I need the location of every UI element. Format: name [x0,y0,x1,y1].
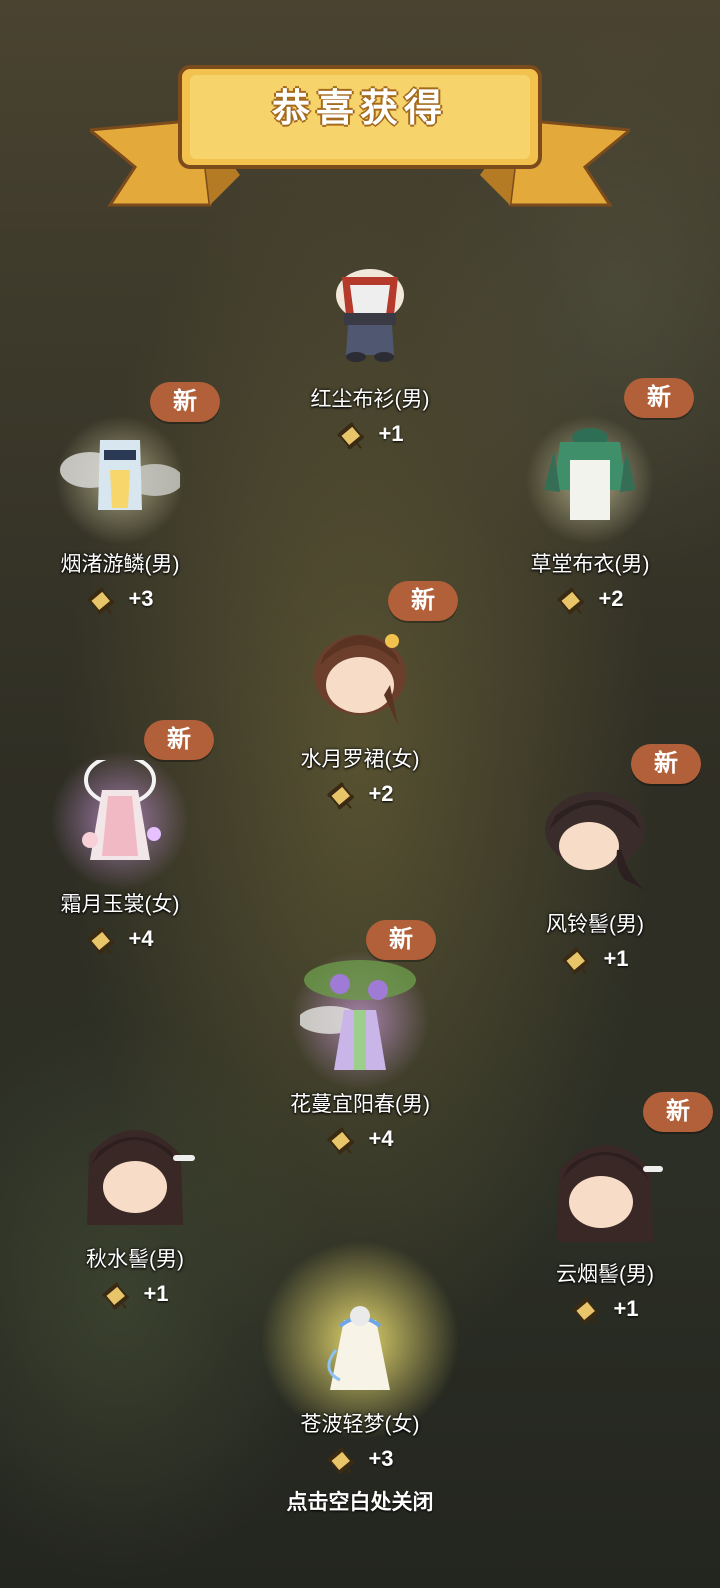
item-count: +1 [378,421,404,446]
scroll-icon [556,582,590,616]
reward-item[interactable]: 新 花蔓宜阳春(男) +4 [260,920,460,1200]
item-reward: +1 [505,1292,705,1328]
scroll-icon [101,1277,135,1311]
reward-item[interactable]: 新 风铃髻(男) +1 [495,744,701,1020]
outfit-icon [260,1240,460,1440]
new-badge: 新 [388,581,458,621]
reward-item[interactable]: 新 烟渚游鳞(男) +3 [20,382,220,660]
item-name: 苍波轻梦(女) [300,1413,420,1436]
item-reward: +4 [260,1122,460,1158]
item-name: 草堂布衣(男) [530,553,650,576]
reward-item[interactable]: 秋水髻(男) +1 [35,1115,235,1355]
reward-item[interactable]: 苍波轻梦(女) +3 [260,1240,460,1520]
item-reward: +4 [20,922,220,958]
item-reward: +2 [490,582,690,618]
outfit-icon [50,750,190,890]
outfit-icon [50,410,190,550]
close-hint[interactable]: 点击空白处关闭 [0,1486,720,1516]
banner-title: 恭喜获得 [271,88,448,130]
new-badge: 新 [631,744,701,784]
hair-icon [535,780,655,900]
item-name: 花蔓宜阳春(男) [290,1093,430,1116]
new-badge: 新 [144,720,214,760]
item-reward: +3 [20,582,220,618]
item-count: +3 [368,1446,394,1471]
outfit-icon [310,255,430,375]
scroll-icon [326,1442,360,1476]
hair-icon [545,1130,665,1250]
scroll-icon [336,417,370,451]
new-badge: 新 [643,1092,713,1132]
item-reward: +2 [260,777,460,813]
scroll-icon [326,777,360,811]
reward-item[interactable]: 新 云烟髻(男) +1 [505,1092,713,1370]
item-reward: +1 [270,417,470,453]
scroll-icon [571,1292,605,1326]
item-name: 风铃髻(男) [546,913,644,936]
new-badge: 新 [366,920,436,960]
reward-item[interactable]: 新 霜月玉裳(女) +4 [20,720,220,1000]
scroll-icon [86,582,120,616]
item-count: +3 [128,586,154,611]
hair-icon [300,615,420,735]
item-count: +1 [613,1296,639,1321]
item-name: 红尘布衫(男) [310,388,430,411]
outfit-icon [520,410,660,550]
item-name: 秋水髻(男) [86,1248,184,1271]
item-name: 云烟髻(男) [556,1263,654,1286]
item-name: 烟渚游鳞(男) [60,553,180,576]
scroll-icon [561,942,595,976]
reward-item[interactable]: 新 水月罗裙(女) +2 [260,581,460,855]
new-badge: 新 [624,378,694,418]
item-count: +4 [368,1126,394,1151]
scroll-icon [326,1122,360,1156]
item-reward: +1 [495,942,695,978]
new-badge: 新 [150,382,220,422]
item-count: +1 [143,1281,169,1306]
title-banner: 恭喜获得 [86,55,634,215]
item-count: +2 [598,586,624,611]
item-reward: +3 [260,1442,460,1478]
item-name: 霜月玉裳(女) [60,893,180,916]
item-name: 水月罗裙(女) [300,748,420,771]
outfit-icon [290,950,430,1090]
scroll-icon [86,922,120,956]
reward-item[interactable]: 红尘布衫(男) +1 [270,255,470,495]
item-count: +4 [128,926,154,951]
reward-item[interactable]: 新 草堂布衣(男) +2 [490,378,694,660]
hair-icon [75,1115,195,1235]
item-count: +1 [603,946,629,971]
item-reward: +1 [35,1277,235,1313]
item-count: +2 [368,781,394,806]
